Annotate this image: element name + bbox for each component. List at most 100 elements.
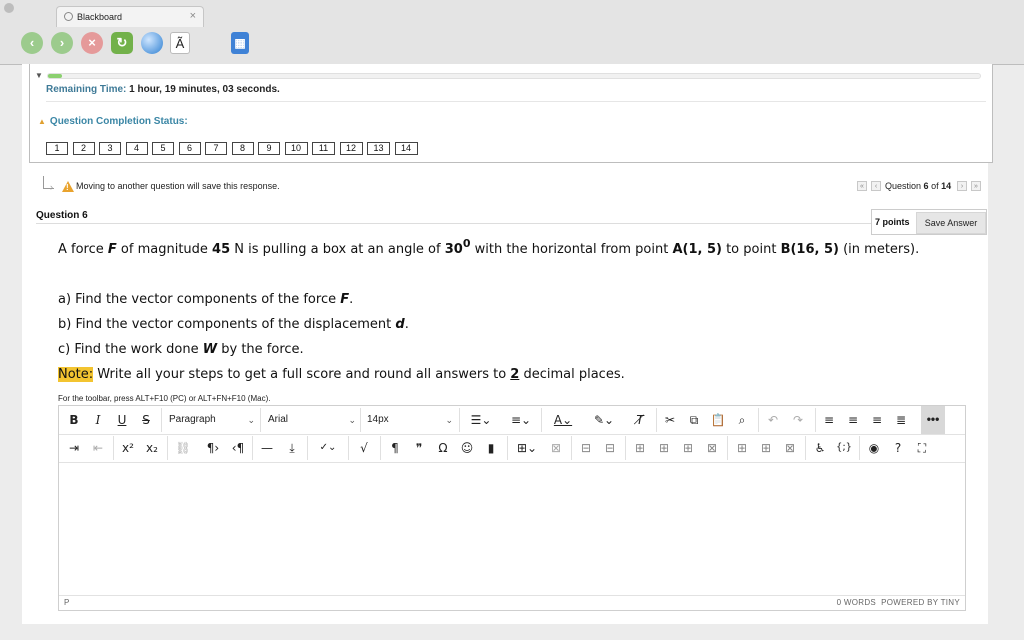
format-select[interactable]: Paragraph ⌄ (169, 410, 257, 430)
delete-table-icon[interactable]: ⊠ (547, 438, 565, 458)
table-col-icon[interactable]: ⊟ (601, 438, 619, 458)
horizontal-rule-icon[interactable]: — (258, 438, 276, 458)
bullet-list-icon[interactable]: ☰⌄ (466, 410, 496, 430)
blockquote-icon[interactable]: ❞ (410, 438, 428, 458)
element-path[interactable]: P (64, 598, 69, 607)
preview-icon[interactable]: ◉ (865, 438, 883, 458)
cut-icon[interactable]: ✂ (661, 410, 679, 430)
question-box-13[interactable]: 13 (367, 142, 390, 155)
unlink-icon[interactable]: ⛓ (174, 438, 192, 458)
delete-col-icon[interactable]: ⊠ (703, 438, 721, 458)
bookmark-icon[interactable]: ▮ (482, 438, 500, 458)
insert-icon[interactable]: ⤓ (283, 438, 301, 458)
strikethrough-button[interactable]: S (137, 410, 155, 430)
browser-chrome: Blackboard × ‹ › × ↻ Ã ▦ (0, 0, 1024, 65)
question-box-8[interactable]: 8 (231, 142, 254, 155)
font-family-select[interactable]: Arial ⌄ (268, 410, 358, 430)
font-size-select[interactable]: 14px ⌄ (367, 410, 455, 430)
subscript-icon[interactable]: x₂ (143, 438, 161, 458)
code-icon[interactable]: {;} (835, 438, 853, 458)
insert-row-after-icon[interactable]: ⊞ (655, 438, 673, 458)
special-character-icon[interactable]: Ω (434, 438, 452, 458)
forward-arrow-icon[interactable]: › (51, 32, 73, 54)
question-box-9[interactable]: 9 (258, 142, 280, 155)
browser-tab[interactable]: Blackboard × (56, 6, 204, 27)
editor-toolbar-row-2: ⇥ ⇤ x² x₂ ⛓ ¶› ‹¶ — ⤓ ✓⌄ √ ¶ ❞ Ω ☺ ▮ ⊞⌄ … (59, 434, 965, 463)
redo-icon[interactable]: ↷ (789, 410, 807, 430)
math-icon[interactable]: √ (355, 438, 373, 458)
accessibility-icon[interactable]: ♿ (811, 438, 829, 458)
fullscreen-icon[interactable]: ⛶ (913, 438, 931, 458)
superscript-icon[interactable]: x² (119, 438, 137, 458)
previous-question-icon[interactable]: ‹ (871, 181, 881, 191)
question-box-12[interactable]: 12 (339, 142, 363, 155)
question-box-4[interactable]: 4 (125, 142, 148, 155)
question-box-11[interactable]: 11 (312, 142, 335, 155)
answer-text-area[interactable] (59, 462, 965, 596)
help-icon[interactable]: ? (889, 438, 907, 458)
copy-icon[interactable]: ⧉ (685, 410, 703, 430)
table-icon[interactable]: ⊞⌄ (512, 438, 542, 458)
question-box-7[interactable]: 7 (205, 142, 227, 155)
text-color-icon[interactable]: A⌄ (548, 410, 578, 430)
numbered-list-icon[interactable]: ≡⌄ (506, 410, 536, 430)
paste-icon[interactable]: 📋 (709, 410, 727, 430)
separator (307, 436, 308, 460)
undo-icon[interactable]: ↶ (764, 410, 782, 430)
separator (113, 436, 114, 460)
tab-close-icon[interactable]: × (190, 10, 196, 22)
completion-status-label: Question Completion Status: (49, 116, 188, 127)
last-question-icon[interactable]: » (971, 181, 981, 191)
editor-statusbar: P 0 WORDS POWERED BY TINY (59, 595, 965, 610)
question-box-6[interactable]: 6 (178, 142, 201, 155)
collapse-triangle-icon[interactable]: ▼ (35, 71, 43, 80)
find-icon[interactable]: ⌕ (733, 410, 751, 430)
pilcrow-icon[interactable]: ¶ (386, 438, 404, 458)
question-box-14[interactable]: 14 (394, 142, 418, 155)
table-row-icon[interactable]: ⊟ (577, 438, 595, 458)
highlight-icon[interactable]: ✎⌄ (589, 410, 619, 430)
question-box-3[interactable]: 3 (99, 142, 121, 155)
emoji-icon[interactable]: ☺ (458, 438, 476, 458)
stop-icon[interactable]: × (81, 32, 103, 54)
merge-cells-icon[interactable]: ⊞ (733, 438, 751, 458)
question-box-5[interactable]: 5 (152, 142, 174, 155)
separator (625, 436, 626, 460)
arrowhead-icon: › (50, 182, 53, 192)
outdent-icon[interactable]: ⇤ (89, 438, 107, 458)
completion-status-toggle[interactable]: ▲ Question Completion Status: (38, 116, 188, 127)
align-right-icon[interactable]: ≡ (868, 410, 886, 430)
next-question-icon[interactable]: › (957, 181, 967, 191)
italic-button[interactable]: I (89, 410, 107, 430)
question-box-1[interactable]: 1 (46, 142, 68, 155)
cell-props-icon[interactable]: ⊠ (781, 438, 799, 458)
question-box-10[interactable]: 10 (284, 142, 308, 155)
underline-button[interactable]: U (113, 410, 131, 430)
split-cells-icon[interactable]: ⊞ (757, 438, 775, 458)
separator (459, 408, 460, 432)
total-questions: 14 (941, 181, 952, 191)
clear-formatting-icon[interactable]: T̸ (631, 410, 649, 430)
spellcheck-icon[interactable]: ✓⌄ (313, 438, 343, 458)
ltr-icon[interactable]: ¶› (204, 438, 222, 458)
separator (815, 408, 816, 432)
align-left-icon[interactable]: ≡ (820, 410, 838, 430)
more-options-icon[interactable]: ••• (921, 406, 945, 434)
rtl-icon[interactable]: ‹¶ (229, 438, 247, 458)
bold-button[interactable]: B (65, 410, 83, 430)
indent-icon[interactable]: ⇥ (65, 438, 83, 458)
warning-icon-mark: ! (66, 183, 69, 192)
back-arrow-icon[interactable]: ‹ (21, 32, 43, 54)
save-answer-button[interactable]: Save Answer (916, 212, 986, 234)
font-button[interactable]: Ã (170, 32, 190, 54)
window-button[interactable] (4, 3, 14, 13)
first-question-icon[interactable]: « (857, 181, 867, 191)
calculator-icon[interactable]: ▦ (231, 32, 249, 54)
reload-icon[interactable]: ↻ (111, 32, 133, 54)
question-box-2[interactable]: 2 (72, 142, 95, 155)
insert-row-before-icon[interactable]: ⊞ (631, 438, 649, 458)
justify-icon[interactable]: ≣ (892, 410, 910, 430)
globe-icon[interactable] (141, 32, 163, 54)
align-center-icon[interactable]: ≡ (844, 410, 862, 430)
delete-row-icon[interactable]: ⊞ (679, 438, 697, 458)
